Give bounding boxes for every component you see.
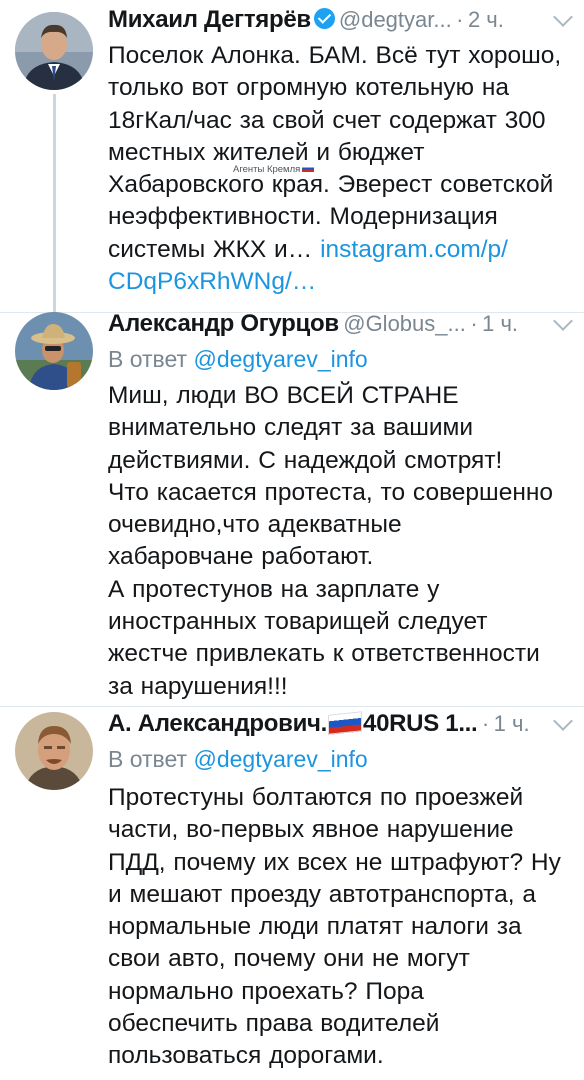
russian-flag-icon	[302, 165, 315, 172]
text-line: свои авто, почему они не могут	[108, 945, 470, 973]
reply-prefix: В ответ	[108, 746, 188, 772]
author-handle[interactable]: @Globus_...	[343, 311, 466, 336]
text-line: внимательно следят за вашими	[108, 414, 474, 442]
text-line: CDqP6xRhWNg/…	[108, 266, 574, 298]
russian-flag-icon	[328, 711, 363, 735]
separator-dot: ·	[470, 311, 478, 336]
author-name[interactable]: А. Александрович.	[108, 710, 327, 737]
tweet-header: А. Александрович. 40RUS 1... · 1 ч.	[108, 710, 570, 744]
text-line: местных жителей и бюджет	[108, 138, 425, 166]
author-name[interactable]: Александр Огурцов	[108, 310, 339, 337]
avatar-degtyarev[interactable]	[15, 12, 93, 90]
text-line: системы ЖКХ и… instagram.com/p/	[108, 234, 574, 266]
tweet-header: Александр Огурцов @Globus_... · 1 ч.	[108, 310, 570, 344]
text-line: А протестунов на зарплате у	[108, 575, 440, 603]
watermark-text: Агенты Кремля	[233, 164, 301, 175]
reply-to: В ответ @degtyarev_info	[108, 346, 368, 373]
timestamp[interactable]: 1 ч.	[482, 311, 518, 336]
text-line: хабаровчане работают.	[108, 543, 374, 571]
author-name[interactable]: Михаил Дегтярёв	[108, 6, 311, 33]
author-handle[interactable]: @degtyar...	[339, 7, 452, 32]
reply-mention[interactable]: @degtyarev_info	[193, 746, 367, 772]
text-line: и мешают проезду автотранспорта, а	[108, 880, 536, 908]
author-name-continued[interactable]: 40RUS 1...	[363, 710, 478, 737]
watermark: Агенты Кремля	[233, 164, 315, 175]
reply-to: В ответ @degtyarev_info	[108, 746, 368, 773]
tweet-text: Протестуны болтаются по проезжей части, …	[108, 782, 574, 1073]
separator-dot: ·	[481, 711, 490, 736]
text-line: 18гКал/час за свой счет содержат 300	[108, 106, 546, 134]
text-line: иностранных товарищей следует	[108, 608, 488, 636]
thread-line	[53, 94, 56, 312]
text-line: за нарушения!!!	[108, 672, 288, 700]
instagram-link-continued[interactable]: CDqP6xRhWNg/…	[108, 268, 316, 295]
text-line: нормальные люди платят налоги за	[108, 913, 522, 941]
instagram-link[interactable]: instagram.com/p/	[320, 236, 508, 263]
text-line: очевидно,что адекватные	[108, 511, 402, 539]
text-line: Хабаровского края. Эверест советской	[108, 171, 554, 199]
text-line: Поселок Алонка. БАМ. Всё тут хорошо,	[108, 42, 562, 69]
text-line: Что касается протеста, то совершенно	[108, 478, 554, 506]
text-line: пользоваться дорогами.	[108, 1042, 384, 1070]
tweet-header: Михаил Дегтярёв @degtyar... · 2 ч.	[108, 6, 570, 40]
text-fragment: системы ЖКХ и…	[108, 235, 313, 263]
text-line: Миш, люди ВО ВСЕЙ СТРАНЕ	[108, 382, 459, 409]
verified-badge-icon	[313, 8, 335, 29]
text-line: ПДД, почему их всех не штрафуют? Ну	[108, 848, 561, 876]
divider	[0, 706, 584, 707]
avatar-aleksandrovich[interactable]	[15, 712, 93, 790]
text-line: только вот огромную котельную на	[108, 74, 510, 102]
text-line: нормально проехать? Пора	[108, 977, 424, 1005]
timestamp[interactable]: 1 ч.	[494, 711, 530, 736]
tweet-text: Миш, люди ВО ВСЕЙ СТРАНЕ внимательно сле…	[108, 380, 574, 703]
text-line: Протестуны болтаются по проезжей	[108, 784, 524, 811]
text-line: жестче привлекать к ответственности	[108, 640, 540, 668]
tweet-text: Поселок Алонка. БАМ. Всё тут хорошо, тол…	[108, 40, 574, 298]
text-line: действиями. С надеждой смотрят!	[108, 446, 503, 474]
text-line: неэффективности. Модернизация	[108, 203, 498, 231]
separator-dot: ·	[456, 7, 464, 32]
timestamp[interactable]: 2 ч.	[468, 7, 504, 32]
avatar-ogurtsov[interactable]	[15, 312, 93, 390]
text-line: части, во-первых явное нарушение	[108, 816, 514, 844]
reply-mention[interactable]: @degtyarev_info	[193, 346, 367, 372]
reply-prefix: В ответ	[108, 346, 188, 372]
text-line: обеспечить права водителей	[108, 1010, 440, 1038]
